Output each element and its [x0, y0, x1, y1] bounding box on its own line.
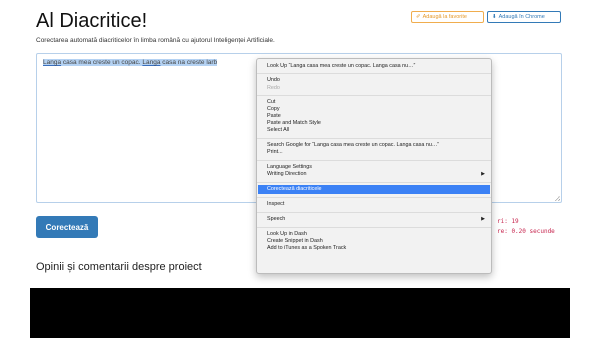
menu-item-copy[interactable]: Copy — [258, 106, 490, 113]
menu-item-paste-match-style[interactable]: Paste and Match Style — [258, 120, 490, 127]
text-segment: casa na creste larb — [160, 59, 218, 66]
menu-separator — [257, 212, 491, 213]
menu-item-speech[interactable]: Speech ▶ — [258, 216, 490, 223]
menu-item-add-itunes[interactable]: Add to iTunes as a Spoken Track — [258, 245, 490, 252]
menu-item-correct-diacritics[interactable]: Corectează diacriticele — [258, 185, 490, 194]
menu-item-create-snippet-dash[interactable]: Create Snippet in Dash — [258, 238, 490, 245]
page-subtitle: Corectarea automată diacriticelor în lim… — [36, 37, 275, 44]
menu-separator — [257, 197, 491, 198]
menu-item-search-google[interactable]: Search Google for “Langa casa mea creste… — [258, 142, 490, 149]
menu-item-paste[interactable]: Paste — [258, 113, 490, 120]
menu-separator — [257, 138, 491, 139]
menu-separator — [257, 160, 491, 161]
submenu-arrow-icon: ▶ — [481, 171, 485, 177]
submenu-arrow-icon: ▶ — [481, 216, 485, 222]
text-input-content: Langa casa mea creste un copac. Langa ca… — [43, 59, 218, 66]
stats-line-1: ri: 19 — [497, 218, 519, 225]
menu-separator — [257, 95, 491, 96]
add-to-favorites-label: Adaugă la favorite — [422, 14, 467, 20]
stats-line-2: re: 0.20 secunde — [497, 228, 555, 235]
pencil-icon: ✐ — [416, 14, 421, 20]
comments-heading: Opinii și comentarii despre proiect — [36, 261, 202, 273]
misspelled-word: Langa — [142, 59, 161, 66]
menu-item-writing-direction[interactable]: Writing Direction ▶ — [258, 171, 490, 178]
misspelled-word: Langa — [43, 59, 62, 66]
context-menu: Look Up “Langa casa mea creste un copac.… — [256, 58, 492, 274]
menu-item-redo: Redo — [267, 85, 280, 91]
correct-button[interactable]: Corectează — [36, 216, 98, 238]
add-to-favorites-button[interactable]: ✐ Adaugă la favorite — [411, 11, 484, 23]
menu-item-language-settings[interactable]: Language Settings — [258, 164, 490, 171]
resize-handle[interactable] — [555, 196, 560, 201]
add-to-chrome-label: Adaugă în Chrome — [498, 14, 545, 20]
menu-separator — [257, 182, 491, 183]
text-segment: casa mea creste un copac. — [61, 59, 143, 66]
add-to-chrome-button[interactable]: ⬇ Adaugă în Chrome — [487, 11, 561, 23]
menu-item-look-up-dash[interactable]: Look Up in Dash — [258, 231, 490, 238]
menu-item-undo[interactable]: Undo — [258, 77, 490, 84]
menu-item-inspect[interactable]: Inspect — [258, 201, 490, 208]
menu-item-cut[interactable]: Cut — [258, 99, 490, 106]
download-icon: ⬇ — [492, 14, 497, 20]
comments-embed-area — [30, 288, 570, 338]
menu-item-select-all[interactable]: Select All — [258, 127, 490, 134]
page-title: Al Diacritice! — [36, 10, 148, 32]
menu-separator — [257, 73, 491, 74]
menu-item-look-up[interactable]: Look Up “Langa casa mea creste un copac.… — [258, 63, 490, 70]
menu-separator — [257, 227, 491, 228]
menu-item-print[interactable]: Print... — [258, 149, 490, 156]
